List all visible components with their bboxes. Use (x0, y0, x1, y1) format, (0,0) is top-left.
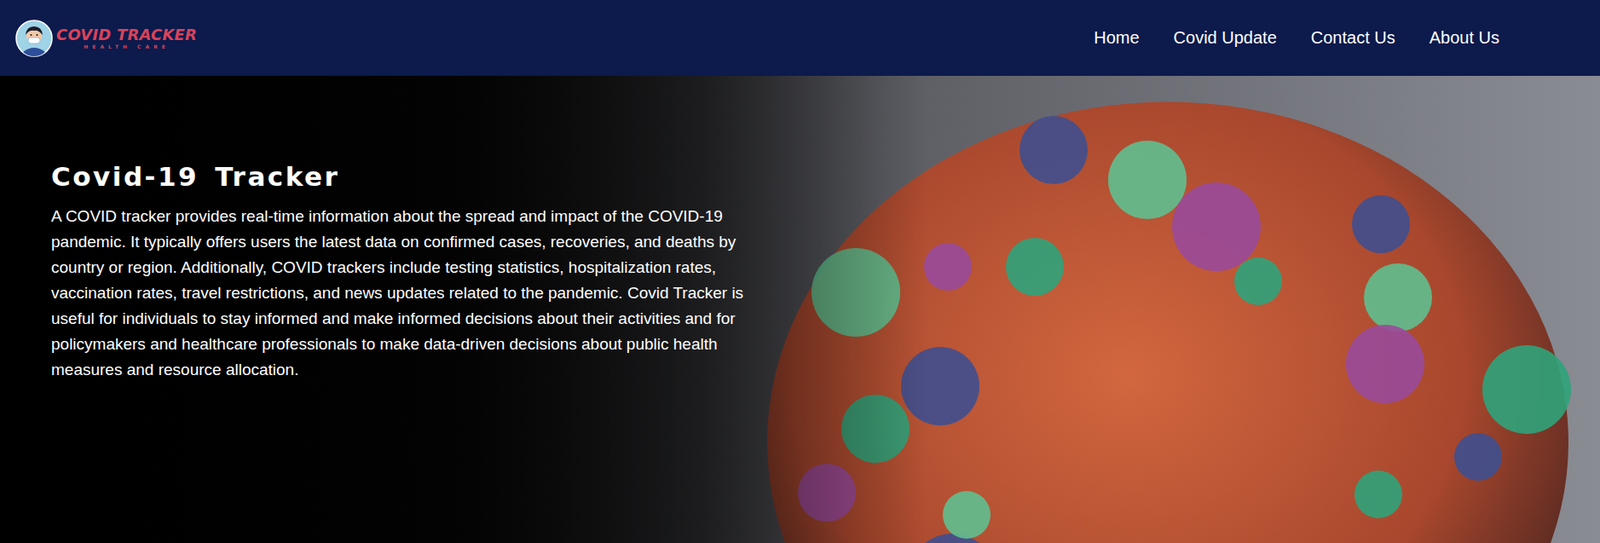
hero-title: Covid-19 Tracker (51, 161, 759, 192)
hero-banner: Covid-19 Tracker A COVID tracker provides… (0, 75, 1600, 543)
doctor-avatar-icon (15, 19, 53, 58)
nav-link[interactable]: About Us (1429, 23, 1500, 53)
nav-menu: Home Covid Update Contact Us About Us (1093, 23, 1585, 53)
nav-link[interactable]: Home (1093, 23, 1139, 53)
logo-title: COVID TRACKER (56, 26, 197, 44)
logo-text: COVID TRACKERHEALTH CARE (56, 26, 197, 50)
logo[interactable]: COVID TRACKERHEALTH CARE (15, 19, 197, 58)
hero-description: A COVID tracker provides real-time infor… (51, 203, 759, 383)
nav-link[interactable]: Covid Update (1173, 23, 1277, 53)
logo-subtitle: HEALTH CARE (83, 43, 170, 50)
navbar: COVID TRACKERHEALTH CARE Home Covid Update… (0, 0, 1600, 76)
hero-content: Covid-19 Tracker A COVID tracker provides… (0, 75, 759, 383)
nav-link[interactable]: Contact Us (1311, 23, 1396, 53)
